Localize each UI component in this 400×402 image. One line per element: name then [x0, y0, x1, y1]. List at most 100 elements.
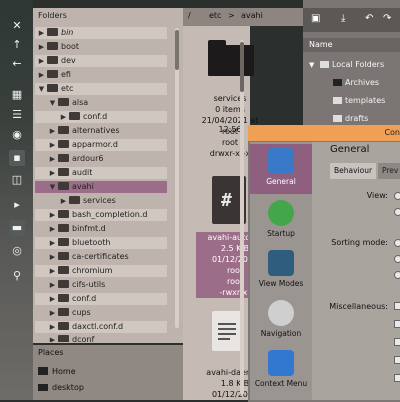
sorting-radio-2[interactable] — [394, 255, 400, 263]
tree-item-chromium[interactable]: ▶ chromium — [35, 265, 167, 277]
undo-icon[interactable]: ↶ — [365, 13, 373, 24]
category-general[interactable]: General — [250, 144, 312, 194]
misc-checkbox-3[interactable] — [394, 338, 400, 346]
tree-item-efi[interactable]: ▶ efi — [35, 69, 167, 81]
column-header-name[interactable]: Name — [303, 38, 400, 52]
expand-arrow-icon[interactable]: ▶ — [48, 293, 57, 305]
folder-icon[interactable]: ▬ — [9, 220, 25, 236]
compass-icon[interactable]: ◎ — [9, 243, 25, 259]
expand-arrow-icon[interactable]: ▶ — [48, 307, 57, 319]
misc-checkbox-4[interactable] — [394, 356, 400, 364]
miscellaneous-label: Miscellaneous: — [329, 302, 388, 311]
expand-arrow-icon[interactable]: ▶ — [48, 251, 57, 263]
download-icon[interactable]: ⤓ — [341, 13, 345, 24]
list-view-icon[interactable]: ☰ — [9, 107, 25, 123]
left-toolbar: ✕ ↑ ← ▦ ☰ ◉ ▪ ◫ ▸ ▬ ◎ ⚲ — [0, 0, 33, 400]
tree-item-alternatives[interactable]: ▶ alternatives — [35, 125, 167, 137]
expand-arrow-icon[interactable]: ▶ — [48, 334, 57, 342]
tree-item-dev[interactable]: ▶ dev — [35, 55, 167, 67]
places-item-home[interactable]: Home — [38, 366, 76, 378]
expand-arrow-icon[interactable]: ▶ — [37, 41, 46, 53]
collapse-arrow-icon[interactable]: ▼ — [48, 181, 57, 193]
expand-arrow-icon[interactable]: ▶ — [48, 153, 57, 165]
collapse-arrow-icon[interactable]: ▼ — [37, 83, 46, 95]
expand-arrow-icon[interactable]: ▶ — [37, 27, 46, 39]
category-context-menu[interactable]: Context Menu — [250, 346, 312, 396]
tab-behaviour[interactable]: Behaviour — [330, 163, 377, 179]
expand-arrow-icon[interactable]: ▶ — [48, 321, 57, 333]
tree-item-avahi[interactable]: ▼ avahi — [35, 181, 167, 193]
category-startup[interactable]: Startup — [250, 196, 312, 246]
tree-item-label: bin — [61, 28, 74, 37]
sorting-radio-1[interactable] — [394, 239, 400, 247]
split-view-icon[interactable]: ◫ — [9, 172, 25, 188]
tree-item-conf-d-2[interactable]: ▶ conf.d — [35, 293, 167, 305]
expand-arrow-icon[interactable]: ▶ — [48, 279, 57, 291]
expand-arrow-icon[interactable]: ▶ — [48, 223, 57, 235]
expand-arrow-icon[interactable]: ▶ — [48, 139, 57, 151]
tab-preview[interactable]: Prev — [378, 163, 400, 179]
folder-label: Local Folders — [331, 60, 385, 69]
tree-item-bin[interactable]: ▶ bin — [35, 27, 167, 39]
file-view-scrollbar-thumb[interactable] — [240, 42, 244, 92]
folder-icon — [333, 115, 342, 122]
general-icon — [268, 148, 294, 174]
expand-arrow-icon[interactable]: ▶ — [48, 167, 57, 179]
expand-arrow-icon[interactable]: ▶ — [59, 111, 68, 123]
tree-item-alsa[interactable]: ▼ alsa — [35, 97, 167, 109]
tree-item-conf-d[interactable]: ▶ conf.d — [35, 111, 167, 123]
expand-arrow-icon[interactable]: ▶ — [37, 55, 46, 67]
category-view-modes[interactable]: View Modes — [250, 246, 312, 296]
sorting-radio-3[interactable] — [394, 271, 400, 279]
tree-item-apparmor-d[interactable]: ▶ apparmor.d — [35, 139, 167, 151]
misc-checkbox-5[interactable] — [394, 374, 400, 382]
tree-scrollbar[interactable] — [175, 28, 179, 328]
expand-arrow-icon[interactable]: ▶ — [48, 265, 57, 277]
places-item-label: Home — [52, 367, 76, 376]
breadcrumb-avahi[interactable]: avahi — [241, 11, 263, 20]
places-item-desktop[interactable]: desktop — [38, 382, 84, 394]
tree-item-dconf[interactable]: ▶ dconf — [35, 334, 167, 342]
tree-item-bash-completion-d[interactable]: ▶ bash_completion.d — [35, 209, 167, 221]
expand-arrow-icon[interactable]: ▶ — [48, 125, 57, 137]
file-view-scrollbar[interactable] — [240, 40, 244, 395]
tree-item-bluetooth[interactable]: ▶ bluetooth — [35, 237, 167, 249]
collapse-arrow-icon[interactable]: ▼ — [48, 97, 57, 109]
folder-archives[interactable]: Archives — [303, 74, 400, 92]
category-navigation[interactable]: Navigation — [250, 296, 312, 346]
eye-icon[interactable]: ◉ — [9, 127, 25, 143]
folder-local-folders[interactable]: ▼ Local Folders — [303, 56, 400, 74]
view-radio-2[interactable] — [394, 208, 400, 216]
save-icon[interactable]: ▣ — [311, 13, 320, 24]
folder-templates[interactable]: templates — [303, 92, 400, 110]
tree-item-binfmt-d[interactable]: ▶ binfmt.d — [35, 223, 167, 235]
expand-arrow-icon[interactable]: ▶ — [59, 195, 68, 207]
back-arrow-icon[interactable]: ← — [9, 56, 25, 72]
tree-item-daxctl-conf-d[interactable]: ▶ daxctl.conf.d — [35, 321, 167, 333]
breadcrumb-etc[interactable]: etc — [209, 11, 221, 20]
tree-item-services[interactable]: ▶ services — [35, 195, 167, 207]
tree-scrollbar-thumb[interactable] — [175, 30, 179, 70]
expand-arrow-icon[interactable]: ▶ — [48, 237, 57, 249]
collapse-arrow-icon[interactable]: ▼ — [309, 61, 314, 69]
tree-item-ardour6[interactable]: ▶ ardour6 — [35, 153, 167, 165]
misc-checkbox-1[interactable] — [394, 302, 400, 310]
tree-item-audit[interactable]: ▶ audit — [35, 167, 167, 179]
up-arrow-icon[interactable]: ↑ — [9, 37, 25, 53]
expand-arrow-icon[interactable]: ▶ — [37, 69, 46, 81]
misc-checkbox-2[interactable] — [394, 320, 400, 328]
expand-arrow-icon[interactable]: ▶ — [48, 209, 57, 221]
terminal-icon[interactable]: ▪ — [9, 150, 25, 166]
view-radio-1[interactable] — [394, 192, 400, 200]
tree-item-ca-certificates[interactable]: ▶ ca-certificates — [35, 251, 167, 263]
tree-item-etc[interactable]: ▼ etc — [35, 83, 167, 95]
redo-icon[interactable]: ↷ — [383, 13, 391, 24]
tree-item-cups[interactable]: ▶ cups — [35, 307, 167, 319]
folder-label: Archives — [345, 78, 380, 87]
tree-item-cifs-utils[interactable]: ▶ cifs-utils — [35, 279, 167, 291]
grid-view-icon[interactable]: ▦ — [9, 87, 25, 103]
close-icon[interactable]: ✕ — [9, 18, 25, 34]
search-icon[interactable]: ⚲ — [9, 268, 25, 284]
console-icon[interactable]: ▸ — [9, 197, 25, 213]
tree-item-boot[interactable]: ▶ boot — [35, 41, 167, 53]
